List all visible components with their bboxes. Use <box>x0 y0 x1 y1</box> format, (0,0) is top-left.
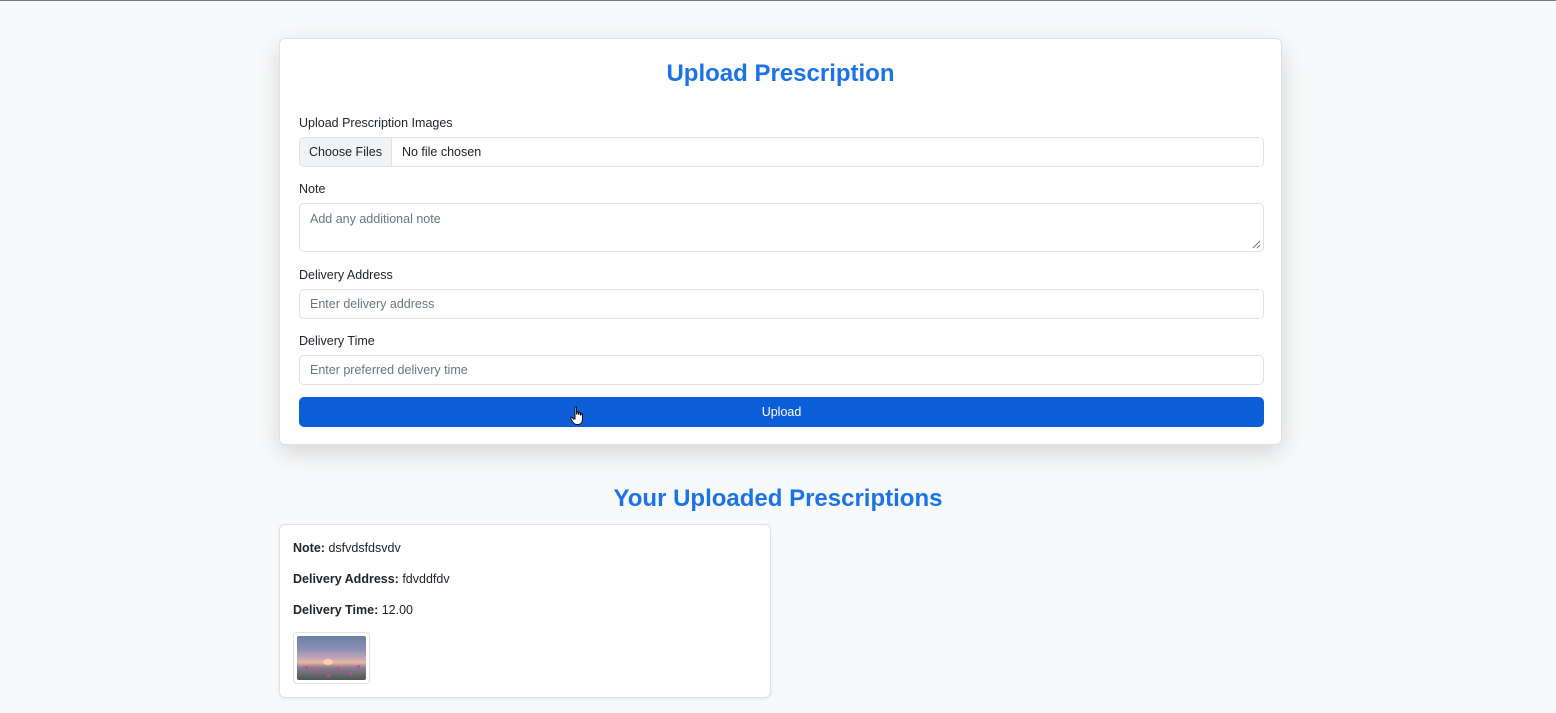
prescription-image-thumbnail[interactable] <box>293 632 370 684</box>
upload-title: Upload Prescription <box>666 60 895 87</box>
upload-prescription-card: Upload Prescription Upload Prescription … <box>279 38 1282 445</box>
time-label: Delivery Time <box>299 334 375 348</box>
delivery-time-input[interactable]: Enter preferred delivery time <box>299 355 1264 385</box>
address-placeholder: Enter delivery address <box>310 297 435 311</box>
address-value: fdvddfdv <box>402 572 450 586</box>
thumbnail-image <box>297 636 366 680</box>
address-label: Delivery Address <box>299 268 393 282</box>
choose-files-button[interactable]: Choose Files <box>300 138 392 166</box>
file-status-text: No file chosen <box>401 145 482 159</box>
note-label: Note <box>299 182 326 196</box>
images-label: Upload Prescription Images <box>299 116 453 130</box>
time-key: Delivery Time: <box>293 603 379 617</box>
top-border <box>0 0 1556 1</box>
uploaded-prescriptions-title: Your Uploaded Prescriptions <box>613 485 943 512</box>
thumbnail-flower <box>349 672 352 675</box>
address-key: Delivery Address: <box>293 572 399 586</box>
thumbnail-flower <box>357 665 360 668</box>
hand-cursor-icon <box>570 406 583 425</box>
note-placeholder: Add any additional note <box>310 212 441 226</box>
thumbnail-flower <box>327 674 330 677</box>
prescription-card: Note: dsfvdsfdsvdv Delivery Address: fdv… <box>279 524 771 698</box>
note-value: dsfvdsfdsvdv <box>328 541 401 555</box>
time-placeholder: Enter preferred delivery time <box>310 363 468 377</box>
note-key: Note: <box>293 541 325 555</box>
note-textarea[interactable]: Add any additional note <box>299 203 1264 252</box>
resize-handle-icon[interactable] <box>1252 240 1261 249</box>
prescription-file-input[interactable]: Choose Files No file chosen <box>299 137 1264 167</box>
delivery-address-input[interactable]: Enter delivery address <box>299 289 1264 319</box>
thumbnail-flower <box>305 666 308 669</box>
thumbnail-sun <box>323 659 333 665</box>
thumbnail-flower <box>315 670 318 673</box>
prescription-note: Note: dsfvdsfdsvdv <box>293 540 401 556</box>
time-value: 12.00 <box>381 603 413 617</box>
upload-button[interactable]: Upload <box>299 397 1264 427</box>
thumbnail-flower <box>337 667 340 670</box>
prescription-address: Delivery Address: fdvddfdv <box>293 571 450 587</box>
prescription-time: Delivery Time: 12.00 <box>293 602 413 618</box>
